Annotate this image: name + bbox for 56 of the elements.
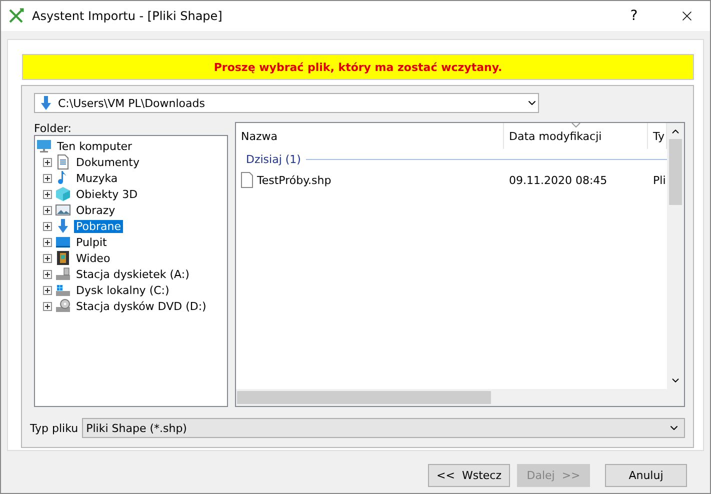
folder-item[interactable]: Muzyka xyxy=(74,172,120,184)
floppy-drive-icon xyxy=(55,266,71,282)
computer-icon xyxy=(36,138,52,154)
vertical-scrollbar[interactable] xyxy=(667,123,684,406)
folder-item[interactable]: Wideo xyxy=(74,252,112,264)
document-icon xyxy=(55,154,71,170)
expand-icon[interactable] xyxy=(43,254,52,262)
film-icon xyxy=(55,250,71,266)
group-header[interactable]: Dzisiaj (1) xyxy=(246,152,301,166)
scrollbar-thumb[interactable] xyxy=(669,139,682,205)
expand-icon[interactable] xyxy=(43,190,52,198)
download-arrow-icon xyxy=(55,218,71,234)
expand-icon[interactable] xyxy=(43,174,52,182)
column-header[interactable]: Data modyfikacji xyxy=(504,123,648,149)
folder-item[interactable]: Pulpit xyxy=(74,236,109,248)
folder-item[interactable]: Stacja dysków DVD (D:) xyxy=(74,300,208,312)
file-list[interactable]: Nazwa Data modyfikacji Ty Dzisiaj (1) TestPróby.shp 09.11.2020 08:45 Pli xyxy=(235,122,685,407)
image-icon xyxy=(55,202,71,218)
folder-item[interactable]: Dokumenty xyxy=(74,156,142,168)
sort-icon xyxy=(570,123,580,128)
path-field[interactable]: C:\Users\VM PL\Downloads xyxy=(34,93,539,113)
file-name[interactable]: TestPróby.shp xyxy=(236,172,504,188)
app-icon xyxy=(9,8,25,24)
wizard-button[interactable]: << Wstecz xyxy=(428,464,510,486)
expand-icon[interactable] xyxy=(43,286,52,294)
expand-icon[interactable] xyxy=(43,302,52,310)
folder-item[interactable]: Obrazy xyxy=(74,204,118,216)
folder-item[interactable]: Stacja dyskietek (A:) xyxy=(74,268,192,280)
hard-drive-icon xyxy=(55,282,71,298)
folder-item[interactable]: Dysk lokalny (C:) xyxy=(74,284,172,296)
file-icon xyxy=(241,172,253,188)
help-button[interactable]: ? xyxy=(611,1,657,31)
expand-icon[interactable] xyxy=(43,270,52,278)
date-cell-text: 09.11.2020 08:45 xyxy=(508,174,608,186)
download-arrow-icon xyxy=(38,95,54,111)
file-type-dropdown[interactable]: Pliki Shape (*.shp) xyxy=(82,418,685,438)
folder-label: Folder: xyxy=(34,122,73,135)
cube-icon xyxy=(55,186,71,202)
folder-item[interactable]: Obiekty 3D xyxy=(74,188,140,200)
desktop-icon xyxy=(55,234,71,250)
type-cell-text: Pli xyxy=(652,174,667,186)
expand-icon[interactable] xyxy=(43,238,52,246)
expand-icon[interactable] xyxy=(43,222,52,230)
instruction-banner: Proszę wybrać plik, który ma zostać wczytany. xyxy=(22,54,694,80)
window-title: Asystent Importu - [Pliki Shape] xyxy=(32,9,224,23)
folder-tree[interactable]: Ten komputer Dokumenty Muzyka Obiekty 3D Obrazy Pobrane Pulpit Wideo Stacja dyskietek (A:) Dysk lokalny (C:) Stacja dysków DVD (D:) xyxy=(34,135,228,407)
scrollbar-thumb[interactable] xyxy=(237,391,491,404)
expand-icon[interactable] xyxy=(43,158,52,166)
folder-item[interactable]: Ten komputer xyxy=(55,140,134,152)
folder-item[interactable]: Pobrane xyxy=(74,220,123,232)
dvd-drive-icon xyxy=(55,298,71,314)
file-type-label: Typ pliku xyxy=(30,422,78,434)
column-header[interactable]: Nazwa xyxy=(236,123,504,149)
horizontal-scrollbar[interactable] xyxy=(236,389,667,406)
wizard-button[interactable]: Anuluj xyxy=(605,464,687,486)
expand-icon[interactable] xyxy=(43,206,52,214)
